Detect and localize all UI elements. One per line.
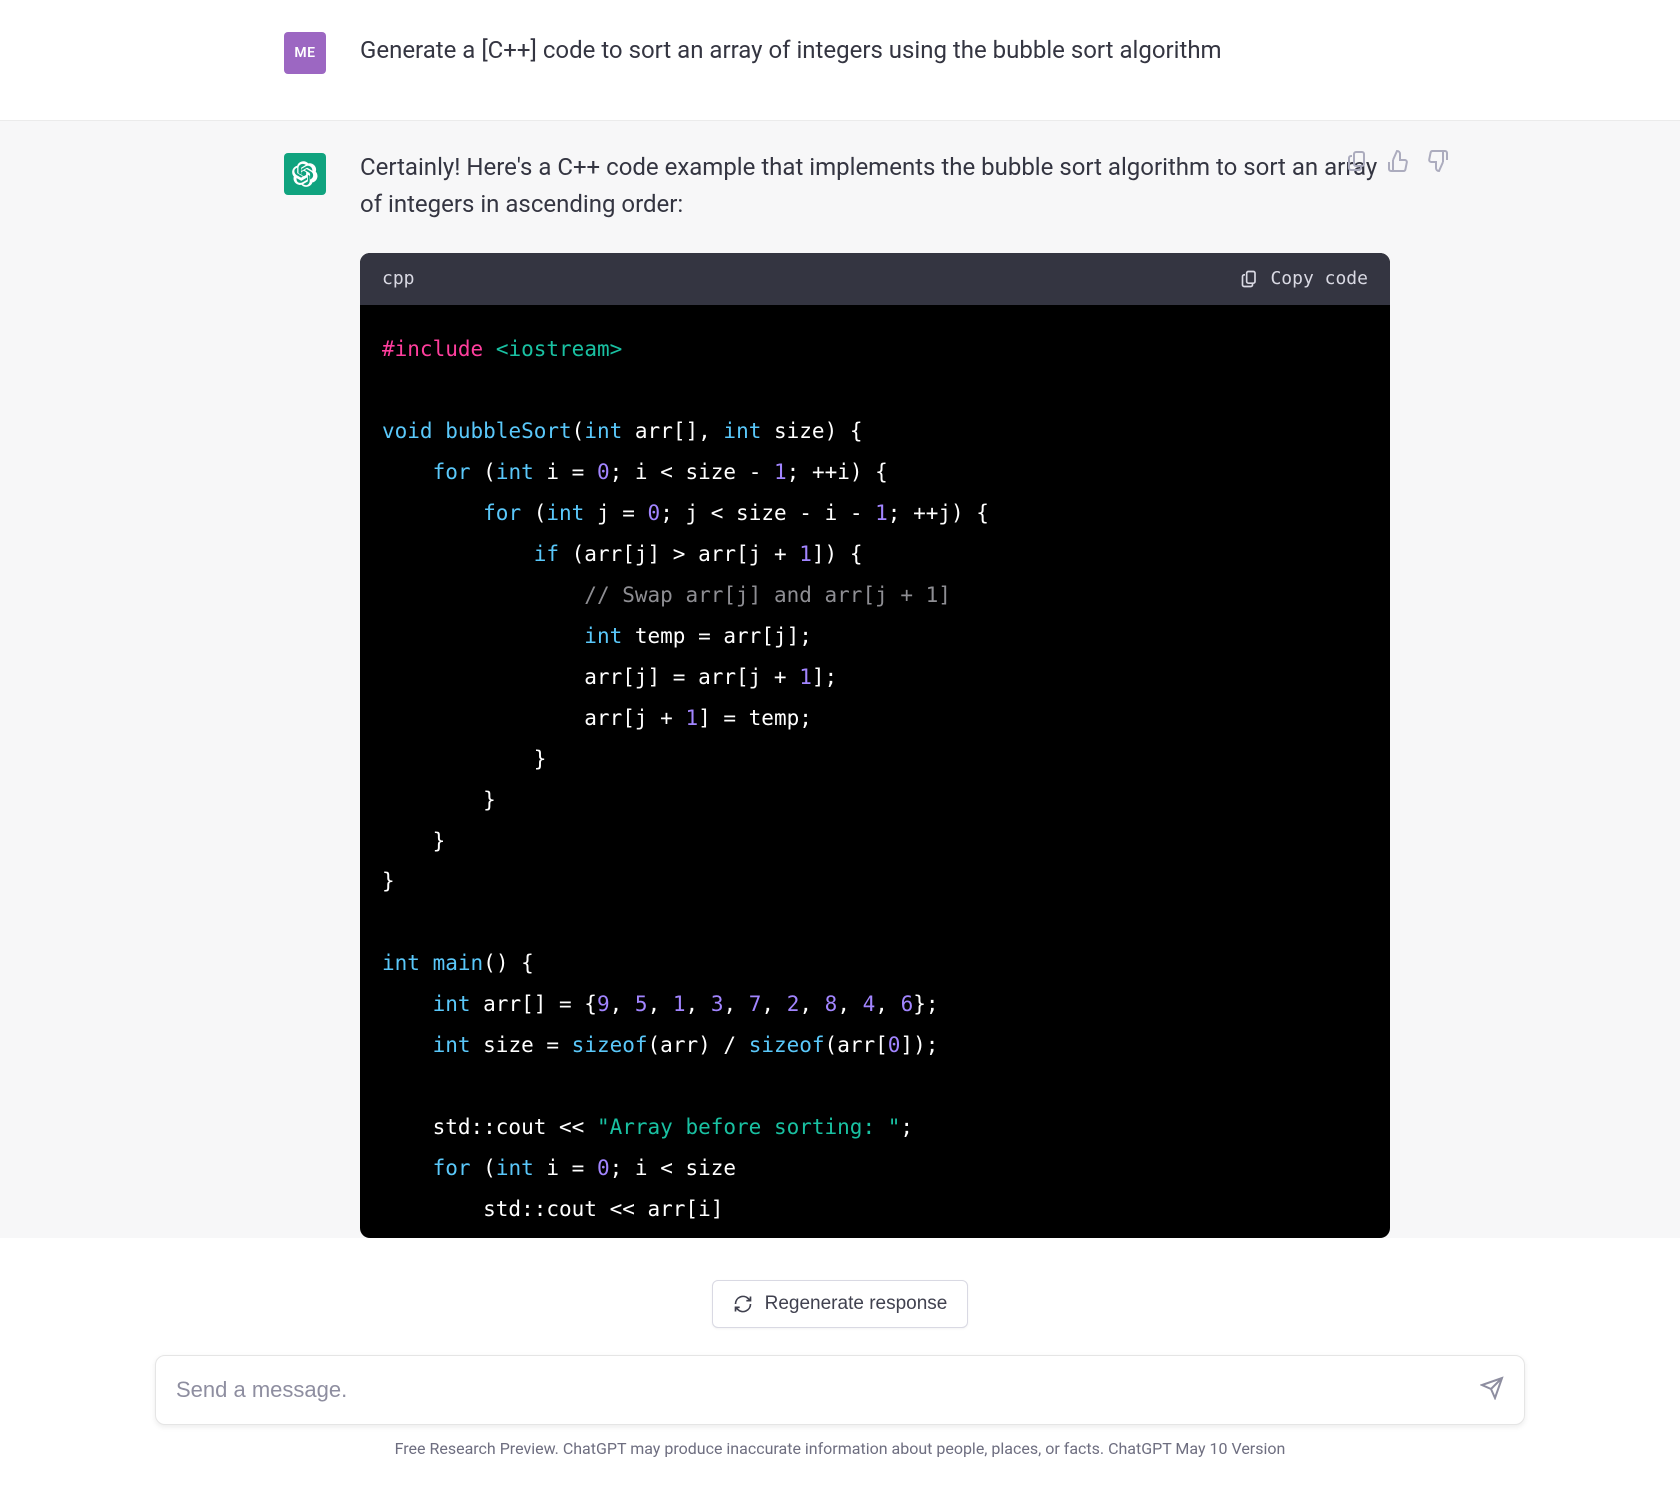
copy-message-button[interactable]	[1346, 149, 1370, 173]
assistant-avatar	[284, 153, 326, 195]
code-block: cpp Copy code #include <iostream> void b…	[360, 253, 1390, 1238]
code-language-label: cpp	[382, 265, 415, 293]
copy-code-label: Copy code	[1270, 265, 1368, 293]
thumbs-down-button[interactable]	[1426, 149, 1450, 173]
refresh-icon	[733, 1294, 753, 1314]
assistant-intro-text: Certainly! Here's a C++ code example tha…	[360, 149, 1390, 223]
user-avatar-label: ME	[294, 45, 315, 61]
user-avatar: ME	[284, 32, 326, 74]
assistant-message-row: Certainly! Here's a C++ code example tha…	[0, 121, 1680, 1238]
openai-icon	[292, 161, 318, 187]
message-input[interactable]	[176, 1377, 1480, 1403]
code-body: #include <iostream> void bubbleSort(int …	[360, 305, 1390, 1238]
clipboard-icon	[1346, 149, 1370, 173]
user-message-text: Generate a [C++] code to sort an array o…	[360, 28, 1390, 74]
thumbs-up-icon	[1386, 149, 1410, 173]
copy-code-button[interactable]: Copy code	[1240, 265, 1368, 293]
thumbs-down-icon	[1426, 149, 1450, 173]
send-icon	[1480, 1376, 1504, 1400]
clipboard-icon	[1240, 269, 1260, 289]
thumbs-up-button[interactable]	[1386, 149, 1410, 173]
regenerate-response-button[interactable]: Regenerate response	[712, 1280, 969, 1328]
message-actions	[1346, 149, 1450, 173]
user-message-row: ME Generate a [C++] code to sort an arra…	[0, 0, 1680, 121]
footer-disclaimer: Free Research Preview. ChatGPT may produ…	[395, 1439, 1286, 1458]
code-header: cpp Copy code	[360, 253, 1390, 305]
message-composer[interactable]	[155, 1355, 1525, 1425]
send-button[interactable]	[1480, 1376, 1504, 1404]
regenerate-label: Regenerate response	[765, 1293, 948, 1315]
